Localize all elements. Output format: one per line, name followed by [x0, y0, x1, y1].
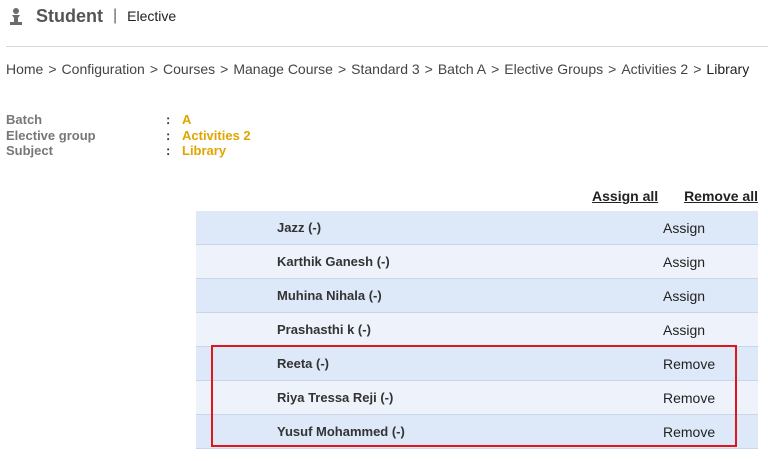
- info-row-batch: Batch : A: [6, 112, 251, 128]
- breadcrumb-separator: >: [149, 61, 159, 77]
- elective-group-label: Elective group: [6, 127, 96, 143]
- breadcrumb-item[interactable]: Configuration: [62, 61, 145, 77]
- student-name: Yusuf Mohammed (-): [277, 424, 405, 439]
- breadcrumb: Home > Configuration > Courses > Manage Course…: [6, 61, 749, 77]
- breadcrumb-item[interactable]: Activities 2: [621, 61, 688, 77]
- page-title: Student: [36, 5, 103, 26]
- breadcrumb-separator: >: [424, 61, 433, 77]
- table-row: Yusuf Mohammed (-) Remove: [196, 415, 758, 449]
- student-name: Karthik Ganesh (-): [277, 254, 390, 269]
- elective-info: Batch : A Elective group : Activities 2 …: [6, 112, 251, 159]
- student-assign-link[interactable]: Assign: [663, 254, 758, 270]
- info-colon: :: [166, 112, 171, 127]
- info-colon: :: [166, 127, 171, 143]
- assign-all-link[interactable]: Assign all: [592, 188, 658, 204]
- breadcrumb-separator: >: [337, 61, 347, 77]
- title-separator: |: [113, 7, 118, 24]
- subject-value: Library: [182, 143, 227, 158]
- breadcrumb-separator: >: [48, 61, 57, 77]
- student-assign-link[interactable]: Assign: [663, 322, 758, 338]
- student-logo-icon: [8, 7, 24, 25]
- elective-group-value: Activities 2: [182, 127, 251, 143]
- table-row: Jazz (-) Assign: [196, 211, 758, 245]
- breadcrumb-separator: >: [220, 61, 229, 77]
- breadcrumb-item[interactable]: Home: [6, 61, 43, 77]
- info-colon: :: [166, 143, 171, 158]
- student-assign-link[interactable]: Assign: [663, 288, 758, 304]
- table-row: Muhina Nihala (-) Assign: [196, 279, 758, 313]
- table-row: Karthik Ganesh (-) Assign: [196, 245, 758, 279]
- batch-value: A: [182, 112, 192, 127]
- breadcrumb-item[interactable]: Standard 3: [351, 61, 420, 77]
- table-row: Prashasthi k (-) Assign: [196, 313, 758, 347]
- student-remove-link[interactable]: Remove: [663, 424, 758, 440]
- bulk-actions: Assign all Remove all: [570, 188, 758, 204]
- breadcrumb-item[interactable]: Batch A: [438, 61, 486, 77]
- breadcrumb-item[interactable]: Elective Groups: [504, 61, 603, 77]
- student-name: Muhina Nihala (-): [277, 288, 382, 303]
- breadcrumb-item[interactable]: Courses: [163, 61, 215, 77]
- table-row: Reeta (-) Remove: [196, 347, 758, 381]
- student-name: Jazz (-): [277, 220, 322, 235]
- subject-label: Subject: [6, 143, 53, 158]
- table-row: Riya Tressa Reji (-) Remove: [196, 381, 758, 415]
- page-header: Student | Elective: [8, 4, 176, 28]
- student-name: Riya Tressa Reji (-): [277, 390, 394, 405]
- student-assign-link[interactable]: Assign: [663, 220, 758, 236]
- student-name: Prashasthi k (-): [277, 322, 371, 337]
- breadcrumb-separator: >: [693, 61, 702, 77]
- header-divider: [6, 46, 768, 47]
- info-row-subject: Subject : Library: [6, 143, 251, 159]
- student-remove-link[interactable]: Remove: [663, 390, 758, 406]
- student-list: Jazz (-) Assign Karthik Ganesh (-) Assign Mu…: [196, 211, 758, 449]
- info-row-elective-group: Elective group : Activities 2: [6, 128, 251, 144]
- breadcrumb-item[interactable]: Manage Course: [233, 61, 333, 77]
- breadcrumb-separator: >: [491, 61, 500, 77]
- breadcrumb-separator: >: [608, 61, 617, 77]
- breadcrumb-item: Library: [706, 61, 750, 77]
- student-remove-link[interactable]: Remove: [663, 356, 758, 372]
- page-subtitle: Elective: [127, 8, 177, 24]
- student-name: Reeta (-): [277, 356, 330, 371]
- remove-all-link[interactable]: Remove all: [684, 188, 758, 204]
- batch-label: Batch: [6, 112, 43, 127]
